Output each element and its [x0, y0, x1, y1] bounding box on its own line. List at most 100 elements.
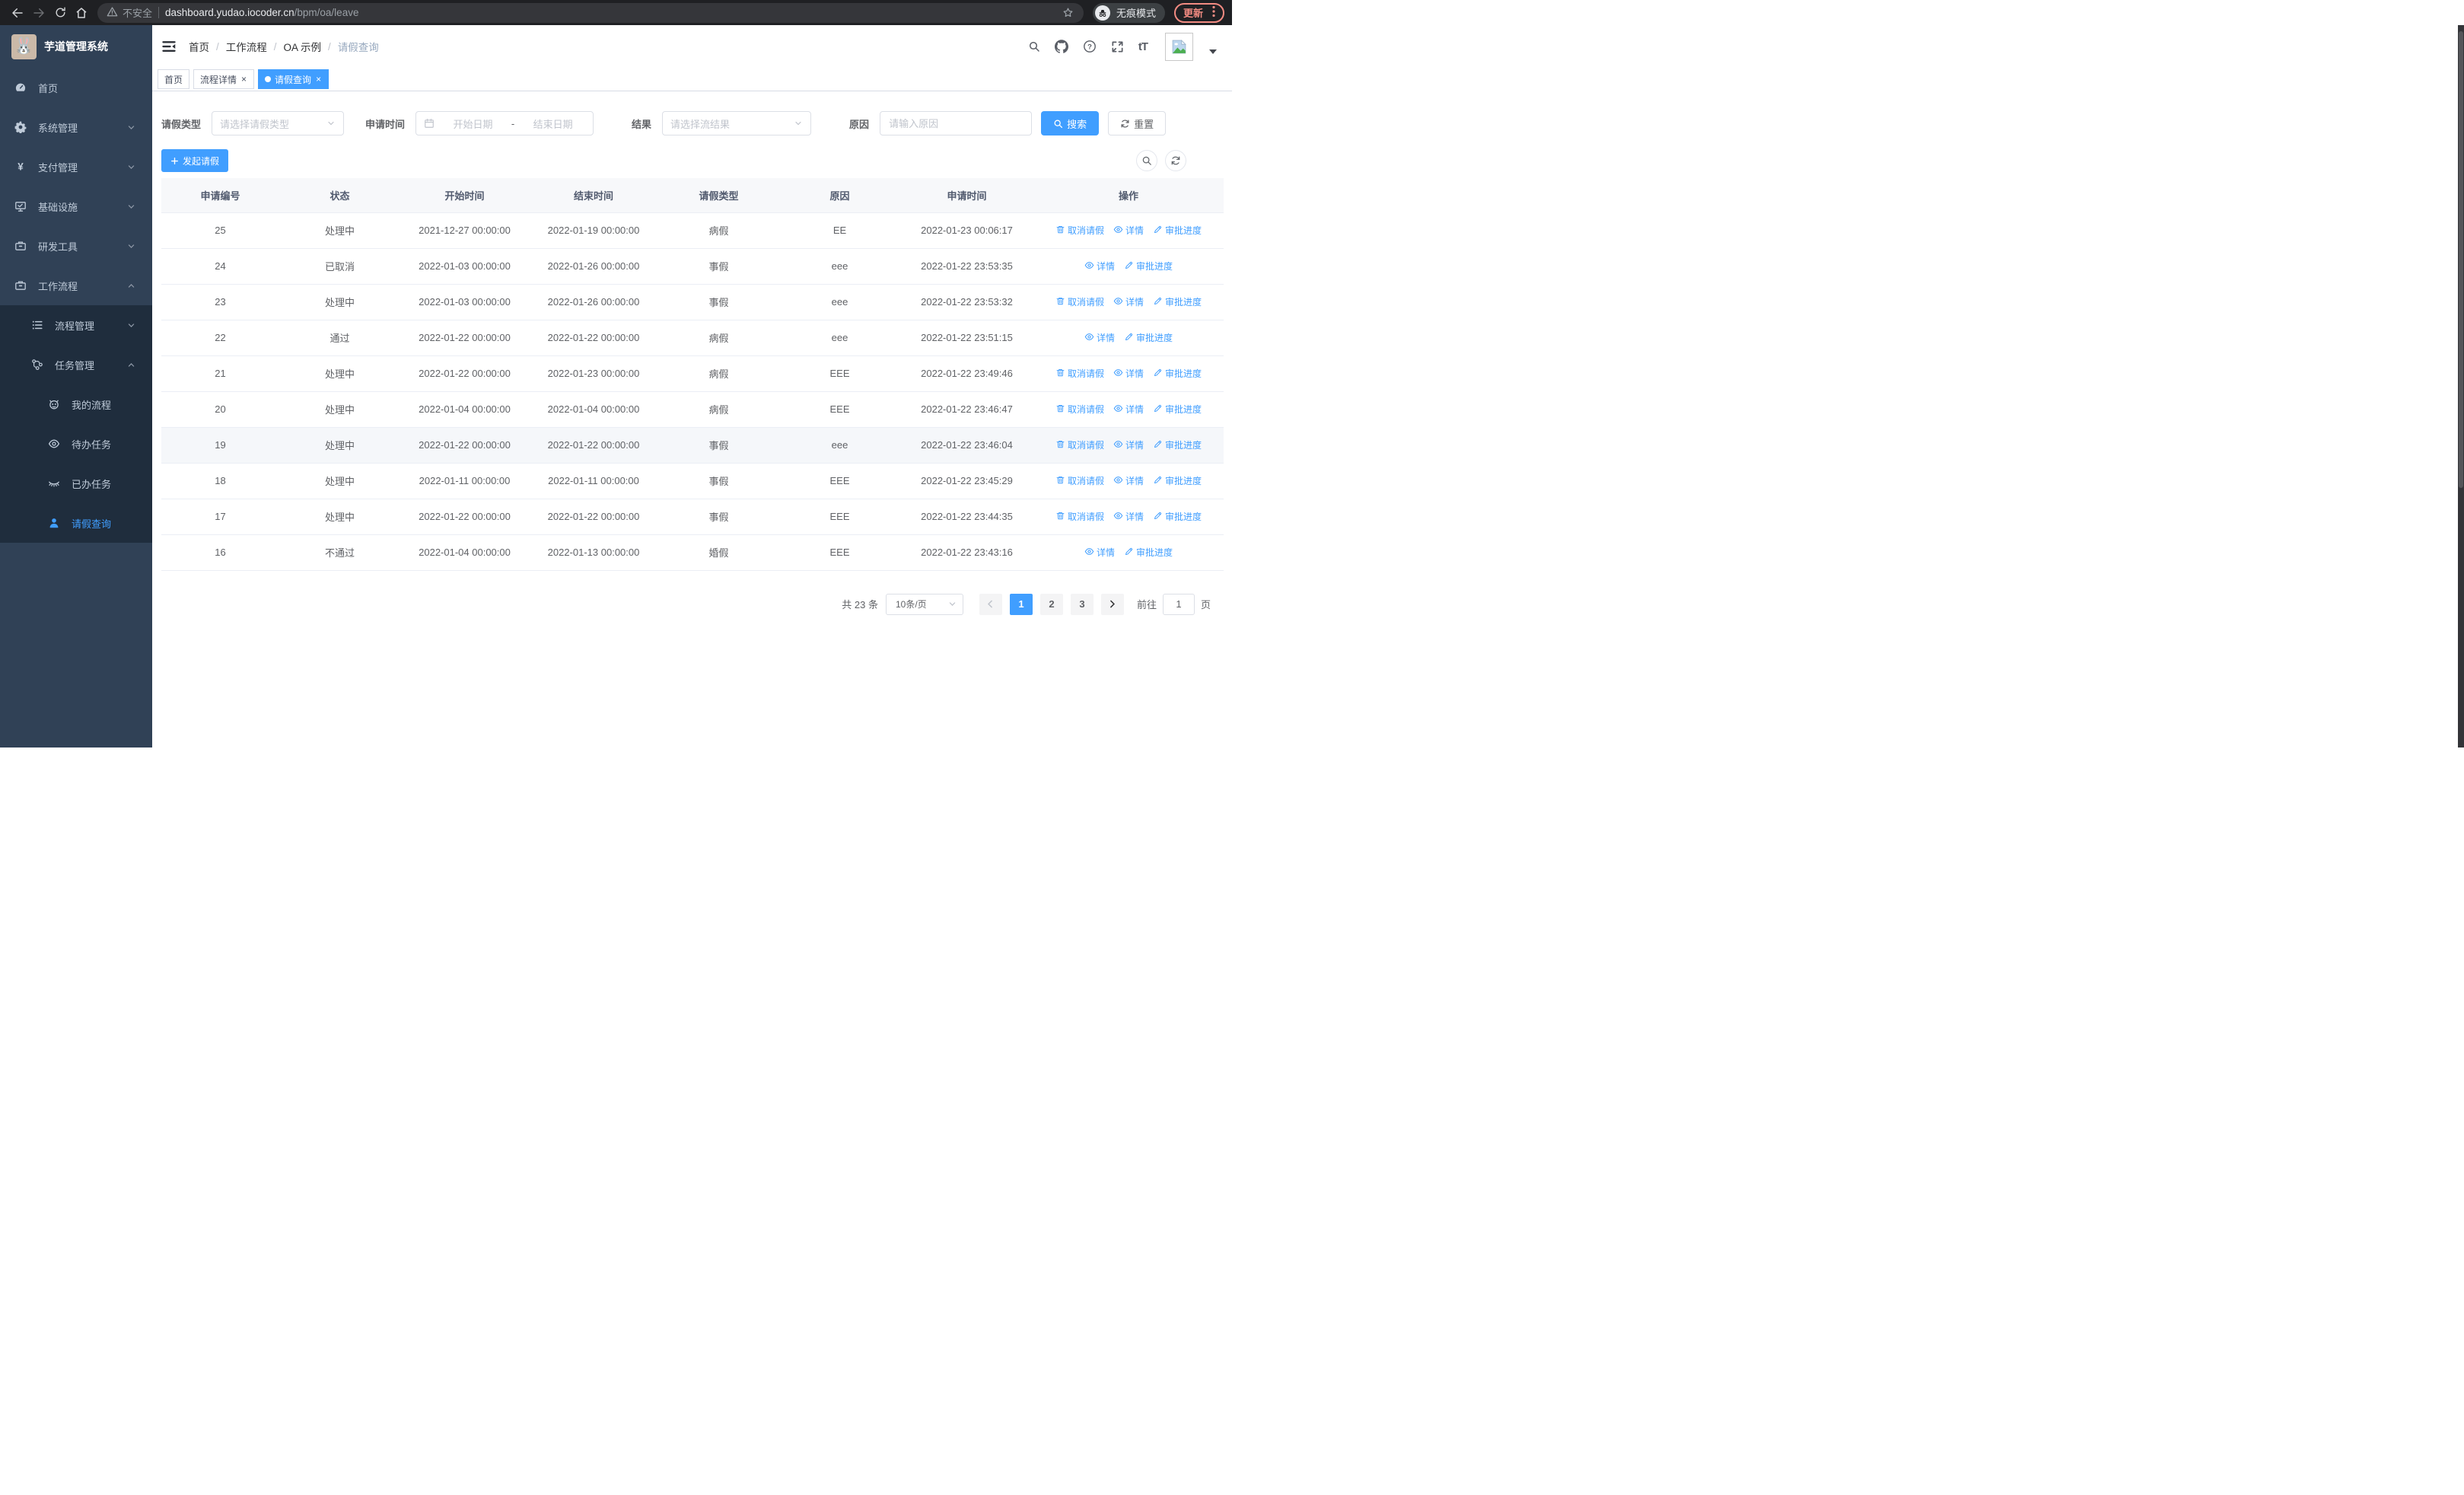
- action-cancel-link[interactable]: 取消请假: [1055, 510, 1104, 523]
- sidebar-item-done-task[interactable]: 已办任务: [0, 464, 152, 503]
- close-icon[interactable]: ×: [240, 75, 247, 84]
- action-cancel-link[interactable]: 取消请假: [1055, 367, 1104, 380]
- page-scrollbar[interactable]: [2458, 25, 2464, 748]
- sidebar-collapse-icon[interactable]: [161, 39, 177, 54]
- app-logo-row[interactable]: 🐰 芋道管理系统: [0, 25, 152, 68]
- action-progress-link[interactable]: 审批进度: [1124, 331, 1173, 344]
- action-progress-link[interactable]: 审批进度: [1153, 510, 1202, 523]
- browser-home-icon[interactable]: [72, 3, 91, 23]
- action-progress-link[interactable]: 审批进度: [1124, 546, 1173, 559]
- table-cell: 婚假: [658, 534, 779, 571]
- table-cell: eee: [779, 248, 900, 285]
- action-cancel-link[interactable]: 取消请假: [1055, 224, 1104, 237]
- help-icon[interactable]: ?: [1083, 40, 1097, 53]
- action-progress-link[interactable]: 审批进度: [1153, 295, 1202, 308]
- reset-button[interactable]: 重置: [1108, 111, 1167, 135]
- sidebar-item-workflow[interactable]: 工作流程: [0, 266, 152, 305]
- action-progress-link[interactable]: 审批进度: [1153, 474, 1202, 487]
- sidebar-item-system[interactable]: 系统管理: [0, 107, 152, 147]
- tab-首页[interactable]: 首页: [158, 69, 190, 89]
- sidebar-item-home[interactable]: 首页: [0, 68, 152, 107]
- action-progress-link[interactable]: 审批进度: [1153, 403, 1202, 416]
- trash-icon: [1055, 403, 1065, 416]
- page-button-2[interactable]: 2: [1039, 593, 1063, 615]
- next-page-button[interactable]: [1100, 593, 1124, 615]
- action-cancel-link[interactable]: 取消请假: [1055, 438, 1104, 451]
- action-detail-link[interactable]: 详情: [1113, 510, 1144, 523]
- refresh-table-button[interactable]: [1165, 150, 1186, 171]
- sidebar-item-infra[interactable]: 基础设施: [0, 186, 152, 226]
- prev-page-button[interactable]: [979, 593, 1002, 615]
- chevron-down-icon[interactable]: [1209, 49, 1217, 54]
- bookmark-star-icon[interactable]: [1062, 6, 1074, 19]
- scrollbar-thumb[interactable]: [2459, 31, 2463, 488]
- fontsize-icon: tT: [1138, 40, 1148, 53]
- sidebar-item-process-mgmt[interactable]: 流程管理: [0, 305, 152, 345]
- svg-text:¥: ¥: [18, 161, 24, 173]
- reason-input[interactable]: [880, 111, 1033, 135]
- sidebar-item-devtools[interactable]: 研发工具: [0, 226, 152, 266]
- action-detail-link[interactable]: 详情: [1113, 474, 1144, 487]
- action-detail-link[interactable]: 详情: [1084, 546, 1115, 559]
- eye-closed-icon: [48, 477, 60, 489]
- browser-back-icon[interactable]: [8, 3, 27, 23]
- action-cancel-link[interactable]: 取消请假: [1055, 403, 1104, 416]
- action-detail-link[interactable]: 详情: [1113, 224, 1144, 237]
- leave-type-select[interactable]: 请选择请假类型: [212, 111, 345, 135]
- action-detail-link[interactable]: 详情: [1113, 438, 1144, 451]
- goto-page-input[interactable]: [1162, 593, 1195, 615]
- close-icon[interactable]: ×: [315, 75, 322, 84]
- action-progress-link[interactable]: 审批进度: [1124, 260, 1173, 273]
- search-button[interactable]: 搜索: [1041, 111, 1100, 135]
- address-bar[interactable]: 不安全 dashboard.yudao.iocoder.cn/bpm/oa/le…: [97, 2, 1084, 23]
- action-detail-link[interactable]: 详情: [1113, 403, 1144, 416]
- table-cell: eee: [779, 427, 900, 464]
- sidebar-item-todo-task[interactable]: 待办任务: [0, 424, 152, 464]
- action-progress-link[interactable]: 审批进度: [1153, 224, 1202, 237]
- page-size-select[interactable]: 10条/页: [885, 593, 963, 615]
- github-icon[interactable]: [1054, 40, 1068, 53]
- browser-update-button[interactable]: 更新: [1173, 2, 1224, 23]
- create-leave-button[interactable]: 发起请假: [161, 149, 229, 172]
- url-path: /bpm/oa/leave: [294, 7, 359, 18]
- sidebar-item-leave-query[interactable]: 请假查询: [0, 503, 152, 543]
- breadcrumb-item[interactable]: OA 示例: [284, 39, 322, 54]
- action-progress-link[interactable]: 审批进度: [1153, 367, 1202, 380]
- action-detail-link[interactable]: 详情: [1084, 331, 1115, 344]
- action-detail-link[interactable]: 详情: [1084, 260, 1115, 273]
- table-cell: 2022-01-22 23:53:35: [900, 248, 1033, 285]
- action-progress-link[interactable]: 审批进度: [1153, 438, 1202, 451]
- sidebar-item-my-process[interactable]: 我的流程: [0, 384, 152, 424]
- eye-icon: [48, 438, 60, 450]
- page-button-1[interactable]: 1: [1009, 593, 1033, 615]
- avatar[interactable]: [1165, 32, 1193, 61]
- toggle-search-button[interactable]: [1136, 150, 1157, 171]
- security-status[interactable]: 不安全: [107, 5, 152, 20]
- fullscreen-icon[interactable]: [1111, 40, 1124, 53]
- eye-icon: [1113, 225, 1123, 237]
- table-cell: 病假: [658, 391, 779, 428]
- search-form: 请假类型 请选择请假类型 申请时间 开始日期 - 结束日期 结果 请选择流结果 …: [161, 111, 1221, 135]
- tab-流程详情[interactable]: 流程详情 ×: [193, 69, 255, 89]
- trash-icon: [1055, 439, 1065, 451]
- sidebar-item-payment[interactable]: ¥ 支付管理: [0, 147, 152, 186]
- breadcrumb-item[interactable]: 工作流程: [226, 39, 267, 54]
- tab-请假查询[interactable]: 请假查询 ×: [258, 69, 329, 89]
- page-button-3[interactable]: 3: [1070, 593, 1094, 615]
- result-select[interactable]: 请选择流结果: [662, 111, 812, 135]
- action-cancel-link[interactable]: 取消请假: [1055, 474, 1104, 487]
- fontsize-icon[interactable]: tT: [1138, 40, 1148, 53]
- browser-reload-icon[interactable]: [50, 3, 70, 23]
- sidebar-item-task-mgmt[interactable]: 任务管理: [0, 345, 152, 384]
- apply-time-range-picker[interactable]: 开始日期 - 结束日期: [415, 111, 594, 135]
- gear-icon: [14, 121, 27, 133]
- kebab-menu-icon[interactable]: [1212, 5, 1215, 20]
- action-detail-link[interactable]: 详情: [1113, 367, 1144, 380]
- eye-icon: [1084, 547, 1094, 559]
- table-cell: 病假: [658, 212, 779, 249]
- browser-forward-icon[interactable]: [29, 3, 49, 23]
- search-icon[interactable]: [1028, 40, 1040, 53]
- breadcrumb-item[interactable]: 首页: [189, 39, 209, 54]
- action-detail-link[interactable]: 详情: [1113, 295, 1144, 308]
- action-cancel-link[interactable]: 取消请假: [1055, 295, 1104, 308]
